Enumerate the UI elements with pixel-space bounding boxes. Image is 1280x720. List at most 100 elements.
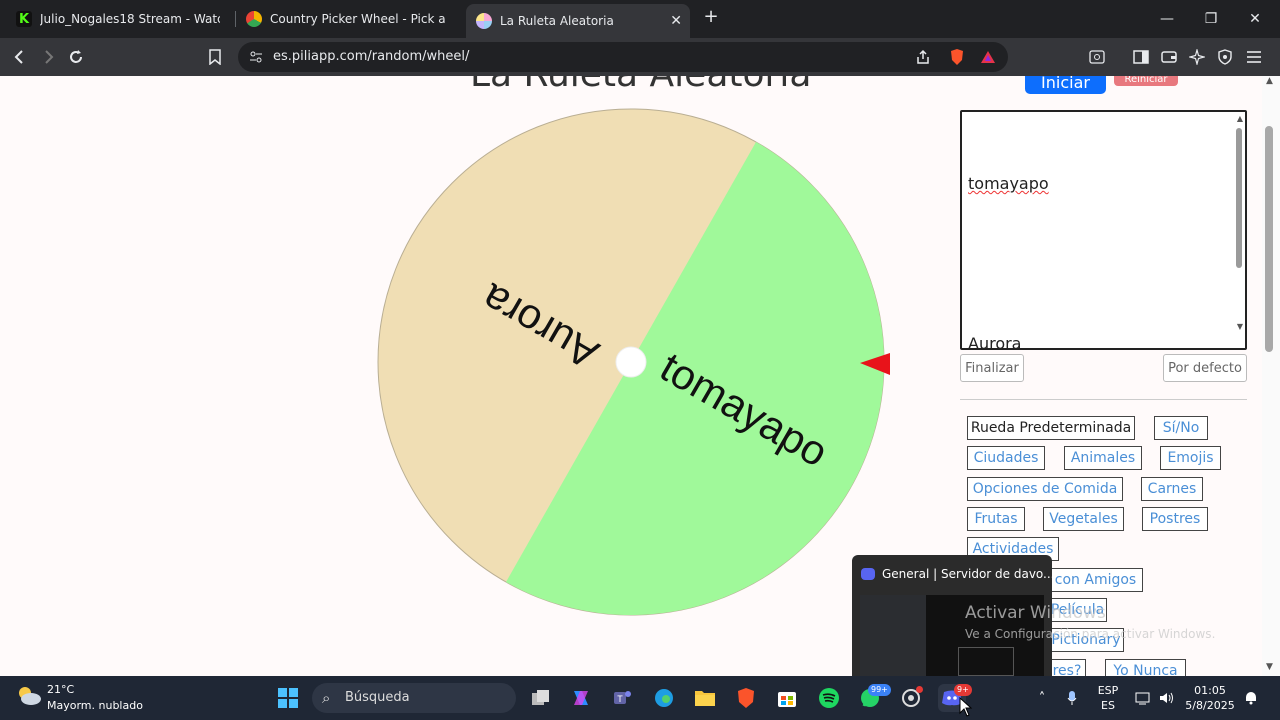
microphone-icon[interactable] xyxy=(1062,676,1082,720)
divider xyxy=(960,399,1247,400)
scroll-down-icon[interactable]: ▼ xyxy=(1237,322,1243,331)
tab-country-picker[interactable]: Country Picker Wheel - Pick a Random xyxy=(236,4,461,34)
restore-button[interactable]: ❐ xyxy=(1189,0,1233,38)
minimize-button[interactable]: — xyxy=(1145,0,1189,38)
forward-arrow-icon xyxy=(45,50,54,64)
tab-label: Country Picker Wheel - Pick a Random xyxy=(270,12,450,26)
reload-button[interactable] xyxy=(64,45,88,69)
preset-would-you-rather[interactable]: res? xyxy=(1048,659,1086,676)
reload-icon xyxy=(70,50,82,63)
discord-badge: 9+ xyxy=(954,684,972,696)
notifications-icon[interactable] xyxy=(1240,676,1262,720)
bookmark-button[interactable] xyxy=(203,45,227,69)
url-text: es.piliapp.com/random/wheel/ xyxy=(273,49,470,64)
tab-close-icon[interactable]: ✕ xyxy=(670,13,682,29)
preset-never-have-i-ever[interactable]: Yo Nunca xyxy=(1105,659,1186,676)
taskbar-search[interactable]: ⌕ Búsqueda xyxy=(312,683,516,713)
brave-browser-icon[interactable] xyxy=(732,684,760,712)
browser-tab-bar: K Julio_Nogales18 Stream - Watch Live Co… xyxy=(0,0,1280,38)
sidebar-icon[interactable] xyxy=(1130,46,1152,68)
scroll-up-icon[interactable]: ▲ xyxy=(1266,76,1273,86)
kick-favicon-icon: K xyxy=(16,11,32,27)
reset-button[interactable]: Reiniciar xyxy=(1114,76,1178,86)
mouse-cursor-icon xyxy=(959,697,973,717)
tab-kick-stream[interactable]: K Julio_Nogales18 Stream - Watch Live xyxy=(6,4,231,34)
piliapp-favicon-icon xyxy=(476,13,492,29)
site-settings-icon[interactable] xyxy=(246,47,266,67)
address-bar[interactable]: es.piliapp.com/random/wheel/ xyxy=(238,42,1008,72)
weather-temp[interactable]: 21°C xyxy=(47,683,74,696)
preset-emojis[interactable]: Emojis xyxy=(1160,446,1221,470)
cloudy-weather-icon[interactable] xyxy=(16,685,42,707)
menu-icon[interactable] xyxy=(1243,46,1265,68)
windows-taskbar: 21°C Mayorm. nublado ⌕ Búsqueda T 99+ 9+… xyxy=(0,676,1280,720)
brave-rewards-icon[interactable] xyxy=(978,47,998,67)
leo-ai-icon[interactable] xyxy=(1186,46,1208,68)
tab-ruleta-aleatoria[interactable]: La Ruleta Aleatoria ✕ xyxy=(466,4,690,38)
lang-line: ES xyxy=(1101,699,1115,712)
back-arrow-icon xyxy=(14,50,23,64)
system-clock[interactable]: 01:05 5/8/2025 xyxy=(1185,683,1235,713)
preview-video-box xyxy=(958,647,1014,676)
scroll-down-icon[interactable]: ▼ xyxy=(1266,662,1273,672)
discord-icon xyxy=(861,568,875,580)
textarea-scrollbar[interactable] xyxy=(1236,128,1242,268)
preset-default-wheel[interactable]: Rueda Predeterminada xyxy=(967,416,1135,440)
preview-title: General | Servidor de davo... xyxy=(882,567,1052,581)
start-button[interactable]: Iniciar xyxy=(1025,76,1106,94)
scroll-up-icon[interactable]: ▲ xyxy=(1237,114,1243,123)
entry-line: Aurora xyxy=(968,334,1022,350)
activate-windows-watermark: Activar Windows xyxy=(965,603,1106,623)
vpn-shield-icon[interactable] xyxy=(1214,46,1236,68)
entry-line: tomayapo xyxy=(968,174,1049,193)
wheel-favicon-icon xyxy=(246,11,262,27)
windows-logo-icon xyxy=(278,688,298,708)
svg-text:T: T xyxy=(617,694,623,704)
default-button[interactable]: Por defecto xyxy=(1163,354,1247,382)
brave-shields-icon[interactable] xyxy=(947,47,967,67)
preset-yes-no[interactable]: Sí/No xyxy=(1154,416,1208,440)
copilot-icon[interactable] xyxy=(567,684,595,712)
preset-desserts[interactable]: Postres xyxy=(1142,507,1208,531)
start-button[interactable] xyxy=(274,684,302,712)
tab-label: La Ruleta Aleatoria xyxy=(500,14,614,28)
new-tab-button[interactable]: + xyxy=(700,6,722,28)
back-button[interactable] xyxy=(8,45,32,69)
forward-button[interactable] xyxy=(36,45,60,69)
preset-vegetables[interactable]: Vegetales xyxy=(1043,507,1124,531)
show-hidden-icons-icon[interactable]: ˄ xyxy=(1030,676,1054,720)
preset-cities[interactable]: Ciudades xyxy=(967,446,1045,470)
spotify-icon[interactable] xyxy=(815,684,843,712)
task-view-icon[interactable] xyxy=(527,684,555,712)
microsoft-store-icon[interactable] xyxy=(773,684,801,712)
preset-fruits[interactable]: Frutas xyxy=(967,507,1025,531)
lang-line: ESP xyxy=(1097,684,1119,697)
close-window-button[interactable]: ✕ xyxy=(1233,0,1277,38)
reader-mode-icon[interactable] xyxy=(1086,46,1108,68)
activate-windows-hint: Ve a Configuración para activar Windows. xyxy=(965,627,1216,641)
entries-textarea[interactable]: tomayapo Aurora ▲ ▼ xyxy=(960,110,1247,350)
preset-with-friends[interactable]: con Amigos xyxy=(1048,568,1143,592)
preset-animals[interactable]: Animales xyxy=(1064,446,1142,470)
share-icon[interactable] xyxy=(913,47,933,67)
weather-desc[interactable]: Mayorm. nublado xyxy=(47,699,143,712)
network-icon[interactable] xyxy=(1132,676,1154,720)
file-explorer-icon[interactable] xyxy=(691,684,719,712)
tab-label: Julio_Nogales18 Stream - Watch Live xyxy=(40,12,220,26)
preset-meats[interactable]: Carnes xyxy=(1141,477,1203,501)
clock-date: 5/8/2025 xyxy=(1185,699,1235,712)
wallet-icon[interactable] xyxy=(1158,46,1180,68)
teams-icon[interactable]: T xyxy=(608,684,636,712)
scrollbar-thumb[interactable] xyxy=(1265,126,1273,352)
search-icon: ⌕ xyxy=(322,689,331,707)
page-scrollbar[interactable]: ▲ ▼ xyxy=(1262,76,1280,676)
finish-button[interactable]: Finalizar xyxy=(960,354,1024,382)
volume-icon[interactable] xyxy=(1156,676,1178,720)
clock-time: 01:05 xyxy=(1194,684,1226,697)
random-wheel[interactable]: Aurora tomayapo xyxy=(377,108,887,618)
preset-food-options[interactable]: Opciones de Comida xyxy=(967,477,1123,501)
language-indicator[interactable]: ESP ES xyxy=(1093,683,1123,713)
search-placeholder: Búsqueda xyxy=(345,690,410,705)
page-content: La Ruleta Aleatoria Iniciar Reiniciar Au… xyxy=(0,76,1262,676)
edge-icon[interactable] xyxy=(650,684,678,712)
